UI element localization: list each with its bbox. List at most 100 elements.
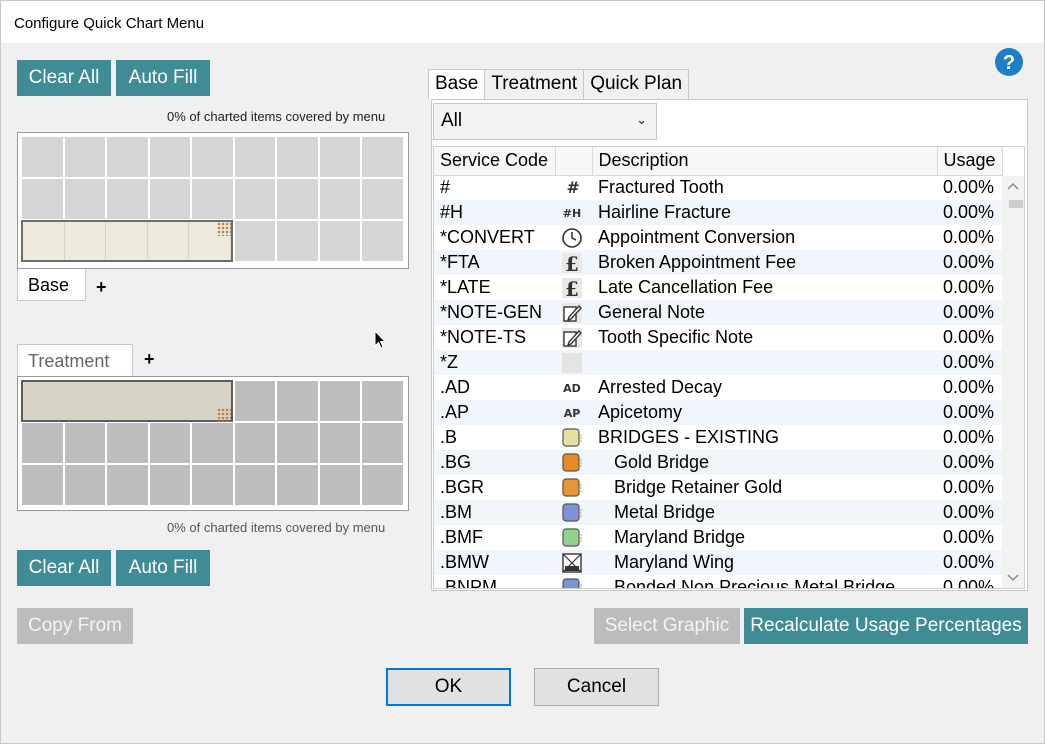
graphic-cell: AD — [555, 375, 592, 400]
description-cell: Maryland Wing — [592, 550, 937, 575]
graphic-cell — [555, 425, 592, 450]
table-row[interactable]: # # Fractured Tooth 0.00% — [434, 175, 1002, 200]
treatment-clear-all-button[interactable]: Clear All — [17, 550, 111, 586]
usage-cell: 0.00% — [937, 200, 1002, 225]
treatment-auto-fill-button[interactable]: Auto Fill — [116, 550, 210, 586]
bridge-icon — [561, 526, 583, 547]
table-row[interactable]: .AP AP Apicetomy 0.00% — [434, 400, 1002, 425]
table-row[interactable]: .BMW Maryland Wing 0.00% — [434, 550, 1002, 575]
table-row[interactable]: *NOTE-TS Tooth Specific Note 0.00% — [434, 325, 1002, 350]
description-cell: Hairline Fracture — [592, 200, 937, 225]
table-row[interactable]: .BM Metal Bridge 0.00% — [434, 500, 1002, 525]
table-scrollbar[interactable] — [1002, 176, 1024, 588]
copy-from-button[interactable]: Copy From — [17, 608, 133, 644]
table-row[interactable]: .BMF Maryland Bridge 0.00% — [434, 525, 1002, 550]
graphic-cell — [555, 575, 592, 588]
description-cell: Arrested Decay — [598, 377, 723, 397]
graphic-cell: # — [555, 175, 592, 200]
description-cell: Bonded Non Precious Metal Bridge — [614, 577, 896, 589]
tab-base[interactable]: Base — [428, 69, 486, 101]
clock-icon — [561, 226, 583, 248]
graphic-cell — [555, 225, 592, 250]
tab-quick-plan[interactable]: Quick Plan — [583, 69, 690, 100]
treatment-selected-block[interactable] — [21, 380, 233, 422]
graphic-cell — [555, 300, 592, 325]
column-header-icon[interactable] — [555, 147, 593, 176]
treatment-grid-tab[interactable]: Treatment — [17, 344, 133, 377]
graphic-cell — [555, 450, 592, 475]
base-menu-grid[interactable] — [17, 132, 409, 269]
description-cell: Apicetomy — [592, 400, 937, 425]
category-filter-value: All — [441, 110, 463, 131]
service-code-cell: .BM — [434, 500, 555, 525]
tab-treatment[interactable]: Treatment — [484, 69, 585, 100]
service-code-cell: .BG — [434, 450, 555, 475]
graphic-cell: £ — [555, 275, 592, 300]
select-graphic-button[interactable]: Select Graphic — [594, 608, 740, 644]
svg-text:£: £ — [565, 277, 579, 299]
graphic-cell: AP — [555, 400, 592, 425]
base-clear-all-button[interactable]: Clear All — [17, 60, 111, 96]
description-cell: Appointment Conversion — [598, 227, 796, 247]
usage-cell: 0.00% — [943, 377, 995, 397]
service-code-cell: .BMF — [440, 527, 483, 547]
table-row[interactable]: #H #H Hairline Fracture 0.00% — [434, 200, 1002, 225]
ok-button[interactable]: OK — [386, 668, 511, 706]
cancel-button[interactable]: Cancel — [534, 668, 659, 706]
resize-handle-icon[interactable] — [217, 408, 231, 422]
scroll-down-arrow-icon[interactable] — [1007, 574, 1019, 582]
table-row[interactable]: .BGR Bridge Retainer Gold 0.00% — [434, 475, 1002, 500]
column-header-service-code[interactable]: Service Code — [434, 147, 556, 176]
usage-cell: 0.00% — [943, 527, 995, 547]
service-code-cell: .AD — [440, 377, 471, 397]
table-row[interactable]: *FTA £ Broken Appointment Fee 0.00% — [434, 250, 1002, 275]
description-cell: Broken Appointment Fee — [592, 250, 937, 275]
usage-cell: 0.00% — [943, 477, 995, 497]
dialog-window: Configure Quick Chart Menu ? Clear All A… — [0, 0, 1045, 744]
bridge-icon — [561, 576, 583, 588]
service-code-cell: *CONVERT — [440, 227, 535, 247]
scroll-thumb[interactable] — [1009, 200, 1023, 208]
hash-h-icon: #H — [561, 201, 583, 221]
svg-text:AP: AP — [564, 407, 581, 420]
table-row[interactable]: *Z 0.00% — [434, 350, 1002, 375]
table-row[interactable]: *NOTE-GEN General Note 0.00% — [434, 300, 1002, 325]
base-auto-fill-button[interactable]: Auto Fill — [116, 60, 210, 96]
treatment-menu-grid[interactable] — [17, 376, 409, 511]
close-button[interactable] — [994, 1, 1038, 41]
help-icon[interactable]: ? — [993, 47, 1025, 77]
svg-text:#H: #H — [563, 207, 581, 220]
base-grid-tab[interactable]: Base — [17, 269, 86, 301]
column-header-description[interactable]: Description — [592, 147, 938, 176]
graphic-cell — [555, 525, 592, 550]
service-code-cell: *LATE — [440, 277, 491, 297]
base-selected-block[interactable] — [21, 220, 233, 262]
note-pencil-icon — [561, 301, 583, 323]
svg-text:AD: AD — [563, 382, 581, 395]
base-add-tab-button[interactable]: + — [96, 277, 107, 298]
table-row[interactable]: .BG Gold Bridge 0.00% — [434, 450, 1002, 475]
column-header-usage[interactable]: Usage — [937, 147, 1003, 176]
usage-cell: 0.00% — [937, 350, 1002, 375]
resize-handle-icon[interactable] — [217, 222, 231, 236]
table-row[interactable]: *LATE £ Late Cancellation Fee 0.00% — [434, 275, 1002, 300]
service-code-cell: .B — [440, 427, 458, 447]
scroll-up-arrow-icon[interactable] — [1007, 182, 1019, 190]
bridge-icon — [561, 501, 583, 522]
table-row[interactable]: *CONVERT Appointment Conversion 0.00% — [434, 225, 1002, 250]
usage-cell: 0.00% — [943, 577, 995, 589]
table-row[interactable]: .B BRIDGES - EXISTING 0.00% — [434, 425, 1002, 450]
service-code-cell: .BGR — [440, 477, 485, 497]
description-cell: Metal Bridge — [592, 500, 937, 525]
treatment-add-tab-button[interactable]: + — [144, 349, 155, 370]
mouse-cursor-icon — [374, 330, 386, 349]
recalculate-usage-button[interactable]: Recalculate Usage Percentages — [744, 608, 1028, 644]
usage-cell: 0.00% — [943, 177, 995, 198]
graphic-cell — [555, 475, 592, 500]
usage-cell: 0.00% — [937, 250, 1002, 275]
graphic-cell: £ — [555, 250, 592, 275]
table-row[interactable]: .BNPM Bonded Non Precious Metal Bridge 0.0… — [434, 575, 1002, 589]
category-filter-select[interactable]: All ⌄ — [433, 103, 657, 140]
service-code-cell: #H — [434, 200, 555, 225]
table-row[interactable]: .AD AD Arrested Decay 0.00% — [434, 375, 1002, 400]
